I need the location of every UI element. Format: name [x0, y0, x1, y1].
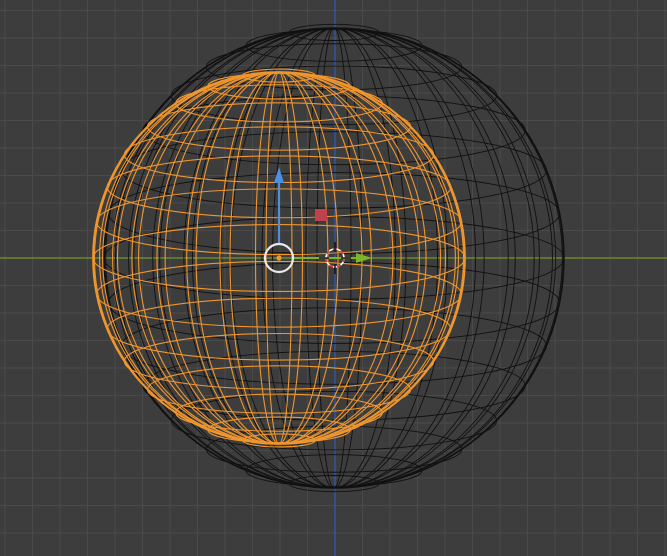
3d-viewport[interactable]	[0, 0, 667, 556]
viewport-canvas[interactable]	[0, 0, 667, 556]
latitude-ring	[107, 261, 561, 344]
latitude-ring	[207, 72, 351, 100]
gizmo-x-arrow-icon[interactable]	[356, 253, 372, 263]
latitude-ring	[106, 297, 452, 361]
object-origin-dot	[276, 255, 282, 261]
latitude-ring	[207, 416, 351, 444]
latitude-ring	[245, 29, 423, 62]
latitude-ring	[107, 172, 561, 255]
transform-gizmo[interactable]	[263, 167, 372, 274]
latitude-ring	[245, 454, 423, 487]
gizmo-xz-plane-handle[interactable]	[315, 209, 327, 221]
